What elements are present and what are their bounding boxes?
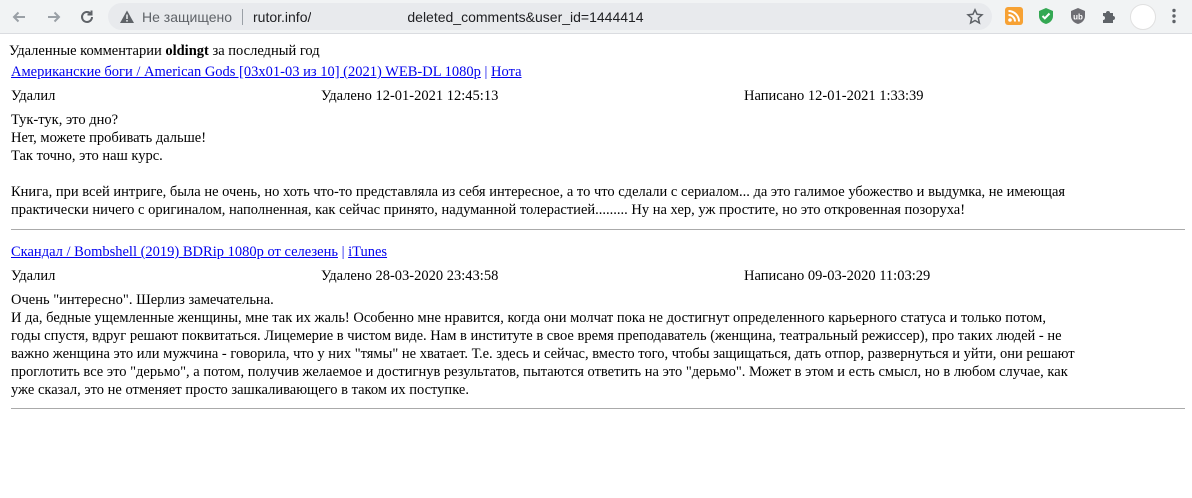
shield-check-icon[interactable] [1036, 6, 1056, 26]
link-separator: | [480, 64, 492, 80]
warning-icon [119, 9, 135, 25]
heading-suffix: за последный год [212, 43, 320, 59]
rss-icon[interactable] [1004, 6, 1024, 26]
puzzle-icon[interactable] [1099, 6, 1119, 26]
url-redacted [311, 10, 408, 23]
deleted-comment: Скандал / Bombshell (2019) BDRip 1080p о… [11, 243, 1186, 399]
link-separator: | [337, 244, 349, 260]
comment-action: Удалил [11, 88, 56, 104]
url-path: deleted_comments&user_id=1444414 [407, 8, 644, 25]
security-label[interactable]: Не защищено [142, 9, 232, 25]
reload-button[interactable] [74, 4, 100, 30]
comment-written-date: Написано 09-03-2020 11:03:29 [744, 268, 931, 284]
heading-prefix: Удаленные комментарии [9, 43, 162, 59]
torrent-title-link[interactable]: Скандал / Bombshell (2019) BDRip 1080p о… [11, 244, 338, 260]
url-host: rutor.info/ [253, 8, 312, 25]
comment-deleted-date: Удалено 28-03-2020 23:43:58 [321, 268, 499, 284]
profile-avatar[interactable] [1130, 4, 1156, 30]
address-bar[interactable]: Не защищено rutor.info/ deleted_comments… [108, 3, 992, 30]
arrow-left-icon [12, 11, 25, 23]
page-heading: Удаленные комментарии oldingt за последн… [9, 42, 320, 60]
torrent-link-row: Американские боги / American Gods [03x01… [11, 63, 1186, 81]
back-button[interactable] [6, 4, 32, 30]
bookmark-star-icon[interactable] [966, 8, 984, 26]
comment-meta: Удалил Удалено 28-03-2020 23:43:58 Напис… [11, 267, 1186, 285]
torrent-source-link[interactable]: Нота [491, 64, 521, 80]
reload-icon [81, 10, 93, 23]
comment-deleted-date: Удалено 12-01-2021 12:45:13 [321, 88, 499, 104]
comment-written-date: Написано 12-01-2021 1:33:39 [744, 88, 924, 104]
forward-button[interactable] [41, 4, 67, 30]
ublock-icon[interactable]: ub [1068, 6, 1088, 26]
comment-body: Очень "интересно". Шерлиз замечательна. … [11, 292, 1075, 398]
torrent-title-link[interactable]: Американские боги / American Gods [03x01… [11, 64, 481, 80]
comment-action: Удалил [11, 268, 56, 284]
divider [11, 408, 1185, 409]
deleted-comment: Американские боги / American Gods [03x01… [11, 63, 1186, 219]
heading-username: oldingt [165, 43, 209, 59]
menu-dots-icon[interactable] [1164, 6, 1184, 26]
torrent-source-link[interactable]: iTunes [348, 244, 387, 260]
comment-body: Тук-тук, это дно? Нет, можете пробивать … [11, 112, 1066, 218]
omnibox-separator [242, 8, 243, 25]
divider [11, 229, 1185, 230]
browser-toolbar: Не защищено rutor.info/ deleted_comments… [0, 0, 1192, 34]
torrent-link-row: Скандал / Bombshell (2019) BDRip 1080p о… [11, 243, 1186, 261]
svg-text:ub: ub [1073, 13, 1083, 22]
comment-meta: Удалил Удалено 12-01-2021 12:45:13 Напис… [11, 87, 1186, 105]
arrow-right-icon [48, 11, 61, 23]
